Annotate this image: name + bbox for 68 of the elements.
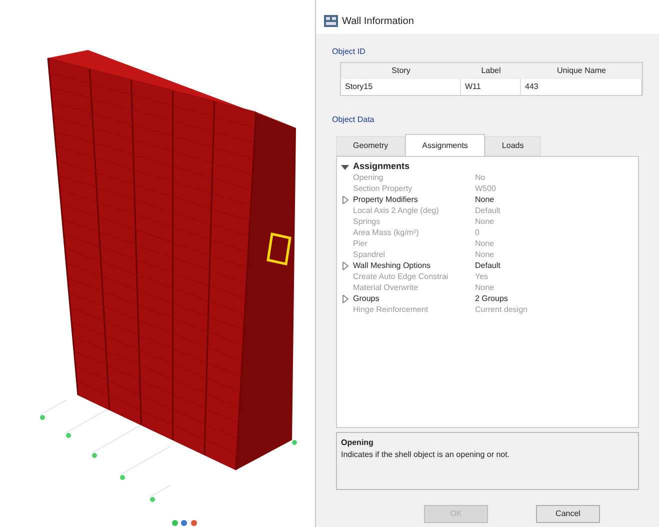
column-header: Label: [480, 65, 502, 77]
property-row[interactable]: Spandrel None: [337, 249, 638, 260]
property-name: Wall Meshing Options: [353, 260, 432, 272]
expand-icon[interactable]: [341, 262, 349, 270]
tab[interactable]: Geometry: [336, 136, 406, 156]
property-row[interactable]: Opening No: [337, 172, 638, 183]
property-row[interactable]: Area Mass (kg/m²) 0: [337, 227, 638, 238]
property-row[interactable]: Section Property W500: [337, 183, 638, 194]
cancel-button[interactable]: Cancel: [536, 505, 600, 523]
category-label: Assignments: [353, 160, 410, 173]
property-value: 0: [475, 226, 480, 238]
property-row[interactable]: Material Overwrite None: [337, 282, 638, 293]
tab[interactable]: Loads: [484, 136, 541, 156]
property-name: Local Axis 2 Angle (deg): [353, 204, 440, 216]
property-row[interactable]: Hinge Reinforcement Current design: [337, 304, 638, 315]
category-row[interactable]: Assignments: [337, 161, 638, 172]
property-row[interactable]: Create Auto Edge Constrai Yes: [337, 271, 638, 282]
grid-point-icon: [150, 497, 155, 502]
window-title: Wall Information: [342, 14, 414, 28]
grid-point-icon: [40, 415, 45, 420]
property-name: Pier: [353, 238, 368, 250]
table-cell: 443: [521, 79, 642, 95]
property-name: Springs: [353, 216, 382, 228]
property-row[interactable]: Pier None: [337, 238, 638, 249]
collapse-icon[interactable]: [341, 162, 349, 170]
property-value: None: [475, 194, 494, 206]
property-value: None: [475, 238, 494, 250]
property-name: Property Modifiers: [353, 194, 419, 206]
property-name: Create Auto Edge Constrai: [353, 270, 450, 282]
property-row[interactable]: Springs None: [337, 216, 638, 227]
selected-panel-icon: [266, 232, 292, 266]
window-icon: [324, 15, 338, 27]
property-row[interactable]: Wall Meshing Options Default: [337, 260, 638, 271]
description-title: Opening: [341, 437, 374, 449]
property-value: Default: [475, 260, 500, 272]
property-value: Default: [475, 204, 500, 216]
grid-point-icon: [292, 440, 297, 445]
group-title: Object Data: [332, 114, 376, 126]
grid-point-icon: [66, 433, 71, 438]
property-name: Groups: [353, 292, 380, 304]
property-name: Spandrel: [353, 248, 386, 260]
column-header: Story: [390, 65, 412, 77]
property-value: No: [475, 172, 486, 184]
expand-icon[interactable]: [341, 294, 349, 302]
expand-icon[interactable]: [341, 196, 349, 204]
table-cell: Story15: [341, 79, 461, 95]
property-value: 2 Groups: [475, 292, 508, 304]
property-name: Opening: [353, 172, 384, 184]
column-header: Unique Name: [556, 65, 607, 77]
grid-point-icon: [120, 475, 125, 480]
property-value: None: [475, 216, 494, 228]
property-name: Section Property: [353, 182, 414, 194]
property-row[interactable]: Groups 2 Groups: [337, 293, 638, 304]
grid-point-icon: [92, 453, 97, 458]
property-value: Current design: [475, 304, 528, 316]
table-cell: W11: [461, 79, 521, 95]
property-value: Yes: [475, 270, 488, 282]
property-value: W500: [475, 182, 496, 194]
property-name: Material Overwrite: [353, 282, 419, 294]
group-title: Object ID: [332, 46, 366, 58]
property-name: Hinge Reinforcement: [353, 304, 430, 316]
description-text: Indicates if the shell object is an opening or not.: [341, 449, 511, 461]
property-value: None: [475, 282, 494, 294]
tab[interactable]: Assignments: [405, 134, 485, 156]
property-row[interactable]: Property Modifiers None: [337, 194, 638, 205]
property-row[interactable]: Local Axis 2 Angle (deg) Default: [337, 205, 638, 216]
property-value: None: [475, 248, 494, 260]
property-name: Area Mass (kg/m²): [353, 226, 420, 238]
